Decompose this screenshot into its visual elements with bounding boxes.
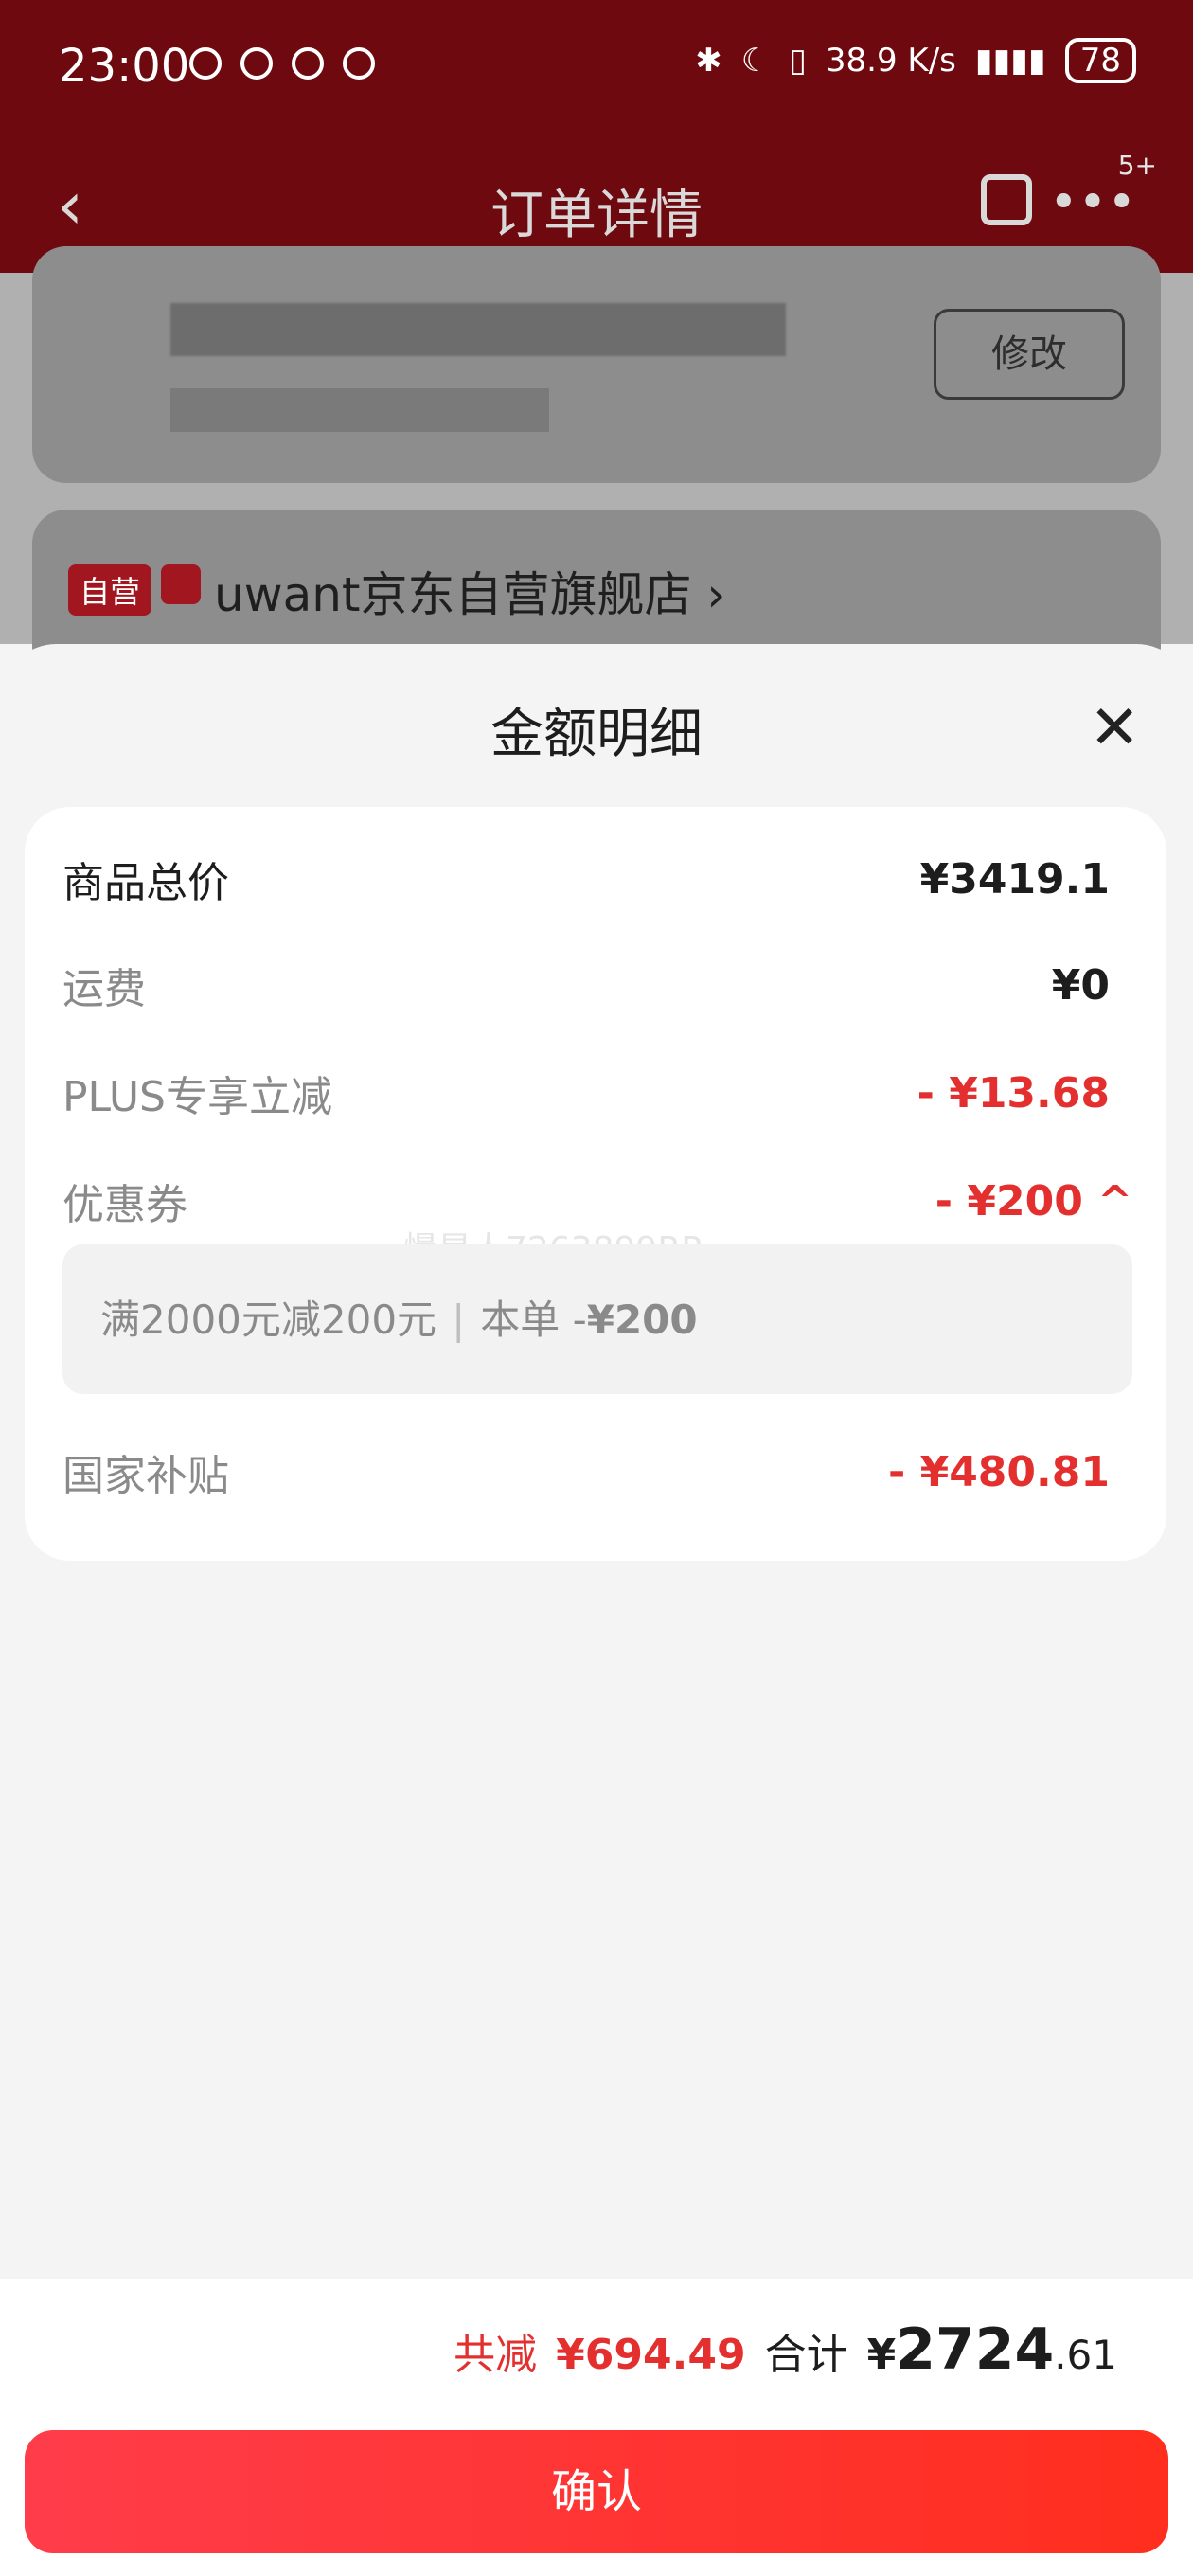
self-operated-tag: 自营: [68, 564, 152, 616]
row-goods-total: 商品总价 ¥3419.1: [62, 849, 1110, 909]
row-label: 国家补贴: [62, 1452, 229, 1500]
coupon-amount: ¥200: [586, 1297, 698, 1343]
bluetooth-icon: ✱: [695, 42, 722, 80]
total-discount-value: ¥694.49: [556, 2331, 746, 2379]
status-right: ✱ ☾ ▯ 38.9 K/s ▮▮▮▮ 78: [695, 38, 1136, 83]
row-label: 商品总价: [62, 859, 229, 907]
row-plus-discount: PLUS专享立减 - ¥13.68: [62, 1063, 1110, 1123]
coupon-condition: 满2000元减200元: [100, 1297, 437, 1343]
edit-address-button[interactable]: 修改: [934, 309, 1125, 400]
notification-badge: 5+: [1117, 150, 1157, 181]
navigation-bar: ‹ 订单详情 ••• 5+: [0, 142, 1193, 256]
signal-icon: ▮▮▮▮: [974, 42, 1046, 80]
share-icon[interactable]: [981, 174, 1032, 225]
row-national-subsidy: 国家补贴 - ¥480.81: [62, 1441, 1110, 1502]
moon-icon: ☾: [740, 42, 771, 80]
coupon-detail-box: 满2000元减200元 | 本单 -¥200: [62, 1244, 1132, 1394]
header-bar: 23:00 ✱ ☾ ▯ 38.9 K/s ▮▮▮▮ 78 ‹ 订单详情 ••• …: [0, 0, 1193, 273]
notification-icon: [240, 47, 273, 80]
alarm-icon: [343, 47, 375, 80]
total-decimals: .61: [1054, 2332, 1117, 2378]
store-name-link[interactable]: uwant京东自营旗舰店 ›: [214, 557, 725, 625]
nfc-icon: [292, 47, 324, 80]
total-currency: ¥: [866, 2331, 897, 2379]
store-icon: [161, 564, 201, 604]
row-label: PLUS专享立减: [62, 1073, 332, 1121]
total-int: 2724: [896, 2317, 1055, 2383]
address-blurred-line: [170, 388, 549, 432]
status-time: 23:00: [59, 40, 190, 93]
row-value: - ¥13.68: [917, 1068, 1110, 1118]
notification-icon: [189, 47, 222, 80]
sheet-title: 金额明细: [490, 704, 703, 765]
net-speed: 38.9 K/s: [825, 42, 956, 80]
totals-summary: 共减 ¥694.49 合计 ¥2724.61: [454, 2317, 1117, 2383]
close-icon[interactable]: ✕: [1089, 693, 1140, 763]
vibrate-icon: ▯: [789, 42, 807, 80]
row-label: 运费: [62, 965, 146, 1013]
row-label: 优惠券: [62, 1181, 187, 1229]
row-value: ¥3419.1: [919, 854, 1110, 903]
row-value: ¥0: [1051, 960, 1110, 1010]
battery-indicator: 78: [1064, 38, 1136, 83]
total-discount-label: 共减: [454, 2331, 538, 2379]
coupon-scope: 本单 -: [480, 1297, 587, 1343]
row-value: - ¥480.81: [888, 1447, 1110, 1496]
row-shipping: 运费 ¥0: [62, 955, 1110, 1015]
divider: |: [452, 1297, 466, 1343]
total-amount: ¥2724.61: [867, 2317, 1117, 2383]
address-blurred-line: [170, 303, 786, 356]
status-bar: 23:00 ✱ ☾ ▯ 38.9 K/s ▮▮▮▮ 78: [0, 0, 1193, 133]
row-value: - ¥200 ^: [935, 1176, 1132, 1225]
status-left-icons: [189, 47, 375, 80]
more-icon[interactable]: •••: [1049, 174, 1136, 231]
confirm-button[interactable]: 确认: [25, 2430, 1168, 2553]
footer-bar: 共减 ¥694.49 合计 ¥2724.61 确认: [0, 2279, 1193, 2576]
coupon-detail-text: 满2000元减200元 | 本单 -¥200: [100, 1288, 698, 1346]
amount-detail-card: 商品总价 ¥3419.1 运费 ¥0 PLUS专享立减 - ¥13.68 优惠券…: [25, 807, 1166, 1561]
total-label: 合计: [764, 2331, 848, 2379]
